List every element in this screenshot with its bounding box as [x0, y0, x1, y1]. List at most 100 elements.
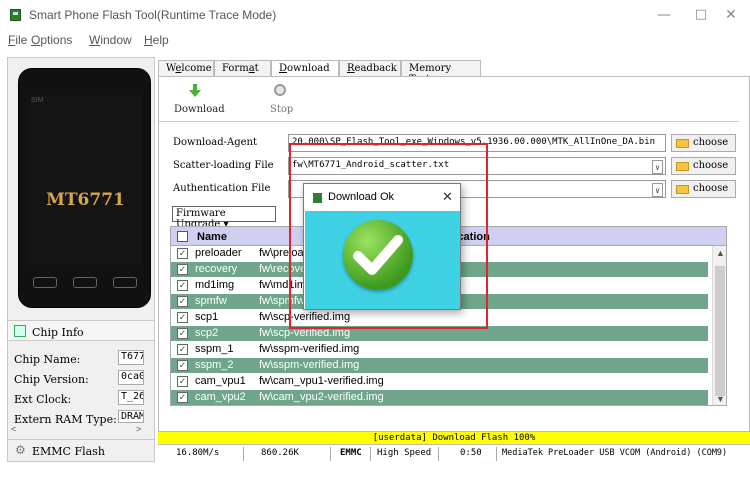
chip-info-icon	[14, 325, 26, 337]
firmware-upgrade-select[interactable]: Firmware Upgrade ▾	[172, 206, 276, 230]
scroll-right-icon[interactable]: >	[136, 424, 141, 434]
choose-scatter-button[interactable]: choose	[671, 157, 736, 175]
status-divider	[243, 447, 244, 461]
device-panel: SIM MT6771 Chip Info Chip Name: T677 Chi…	[7, 57, 155, 462]
toolbar: Download Stop	[166, 81, 736, 121]
phone-back-icon	[113, 277, 137, 288]
scrollbar-thumb[interactable]	[715, 266, 725, 396]
title-bar: Smart Phone Flash Tool(Runtime Trace Mod…	[0, 0, 750, 30]
row-checkbox[interactable]: ✓	[177, 280, 188, 291]
row-checkbox[interactable]: ✓	[177, 344, 188, 355]
stop-icon	[274, 84, 286, 96]
status-divider	[496, 447, 497, 461]
chip-name-value: T677	[118, 350, 144, 365]
window-title: Smart Phone Flash Tool(Runtime Trace Mod…	[29, 8, 277, 22]
chip-info-header[interactable]: Chip Info	[8, 320, 154, 341]
partition-location: fw\cam_vpu2-verified.img	[259, 391, 384, 403]
phone-image: SIM MT6771	[18, 68, 151, 308]
status-size: 860.26K	[261, 448, 299, 458]
partition-location: fw\cam_vpu1-verified.img	[259, 375, 384, 387]
choose-auth-button[interactable]: choose	[671, 180, 736, 198]
tab-readback[interactable]: Readback	[339, 60, 401, 77]
stop-button[interactable]: Stop	[261, 81, 301, 119]
toolbar-divider	[159, 121, 739, 122]
partition-location: fw\sspm-verified.img	[259, 359, 360, 371]
chip-name-label: Chip Name:	[14, 353, 81, 366]
chip-version-value: 0ca0	[118, 370, 144, 385]
status-divider	[370, 447, 371, 461]
partition-name: cam_vpu1	[195, 375, 246, 387]
select-all-checkbox[interactable]	[177, 231, 188, 242]
status-divider	[330, 447, 331, 461]
partition-name: spmfw	[195, 295, 227, 307]
chip-info-label: Chip Info	[32, 326, 84, 339]
menu-window[interactable]: Window	[89, 33, 132, 47]
gear-icon: ⚙	[15, 443, 26, 457]
menu-file[interactable]: File	[8, 33, 27, 47]
auth-file-label: Authentication File	[173, 183, 271, 194]
status-speed: 16.80M/s	[176, 448, 220, 458]
folder-icon	[676, 139, 689, 148]
emmc-flash-header[interactable]: ⚙ EMMC Flash	[8, 439, 154, 461]
tab-format[interactable]: Format	[214, 60, 271, 77]
scroll-left-icon[interactable]: <	[11, 424, 16, 434]
status-time: 0:50	[460, 448, 482, 458]
choose-label: choose	[693, 183, 729, 194]
ext-clock-value: T_26	[118, 390, 144, 405]
row-checkbox[interactable]: ✓	[177, 392, 188, 403]
partition-name: cam_vpu2	[195, 391, 246, 403]
table-row[interactable]: ✓ cam_vpu2 fw\cam_vpu2-verified.img	[171, 390, 708, 405]
scroll-down-icon[interactable]: ▼	[716, 394, 725, 404]
choose-label: choose	[693, 137, 729, 148]
table-row[interactable]: ✓ sspm_2 fw\sspm-verified.img	[171, 358, 708, 373]
menu-bar: File Options Window Help	[0, 30, 750, 50]
scroll-up-icon[interactable]: ▲	[716, 248, 725, 258]
table-row[interactable]: ✓ cam_vpu1 fw\cam_vpu1-verified.img	[171, 374, 708, 389]
row-checkbox[interactable]: ✓	[177, 296, 188, 307]
table-row[interactable]: ✓ sspm_1 fw\sspm-verified.img	[171, 342, 708, 357]
download-agent-label: Download-Agent	[173, 137, 257, 148]
app-icon	[10, 9, 21, 21]
partition-name: md1img	[195, 279, 235, 291]
folder-icon	[676, 185, 689, 194]
extern-ram-value: DRAM	[118, 410, 144, 423]
emmc-flash-label: EMMC Flash	[32, 445, 105, 458]
column-name: Name	[197, 231, 227, 243]
partition-name: scp2	[195, 327, 219, 339]
table-scrollbar[interactable]: ▲ ▼	[712, 246, 726, 405]
row-checkbox[interactable]: ✓	[177, 264, 188, 275]
chip-model-label: MT6771	[46, 190, 125, 210]
minimize-button[interactable]: —	[649, 4, 679, 26]
chevron-down-icon[interactable]: ∨	[652, 160, 663, 174]
row-checkbox[interactable]: ✓	[177, 328, 188, 339]
chevron-down-icon[interactable]: ∨	[652, 183, 663, 197]
row-checkbox[interactable]: ✓	[177, 312, 188, 323]
phone-screen	[27, 95, 142, 265]
chip-version-label: Chip Version:	[14, 373, 89, 386]
progress-bar: [userdata] Download Flash 100%	[158, 432, 750, 444]
partition-name: sspm_2	[195, 359, 234, 371]
row-checkbox[interactable]: ✓	[177, 376, 188, 387]
phone-brand: SIM	[31, 97, 44, 104]
menu-options[interactable]: Options	[31, 33, 72, 47]
download-arrow-icon	[189, 84, 201, 97]
progress-text: [userdata] Download Flash 100%	[372, 433, 536, 443]
status-port: MediaTek PreLoader USB VCOM (Android) (C…	[502, 448, 728, 458]
phone-menu-icon	[33, 277, 57, 288]
partition-name: preloader	[195, 247, 242, 259]
tab-memory-test[interactable]: Memory Test	[401, 60, 481, 85]
ext-clock-label: Ext Clock:	[14, 393, 72, 406]
maximize-button[interactable]: □	[686, 4, 716, 26]
row-checkbox[interactable]: ✓	[177, 248, 188, 259]
partition-location: fw\sspm-verified.img	[259, 343, 360, 355]
download-button[interactable]: Download	[174, 81, 225, 119]
partition-name: recovery	[195, 263, 238, 275]
partition-name: scp1	[195, 311, 219, 323]
choose-agent-button[interactable]: choose	[671, 134, 736, 152]
row-checkbox[interactable]: ✓	[177, 360, 188, 371]
close-button[interactable]: ✕	[716, 4, 746, 26]
tab-welcome[interactable]: Welcome	[158, 60, 214, 77]
folder-icon	[676, 162, 689, 171]
scatter-file-label: Scatter-loading File	[173, 160, 274, 171]
menu-help[interactable]: Help	[144, 33, 169, 47]
